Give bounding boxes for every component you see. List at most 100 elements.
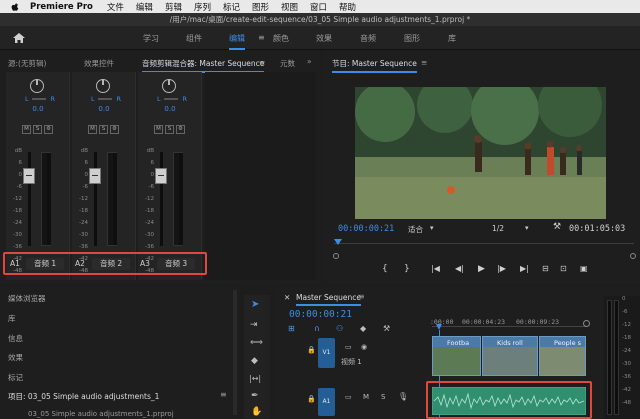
resolution-dropdown[interactable]: 1/2 xyxy=(492,224,504,233)
program-timecode[interactable]: 00:00:00:21 xyxy=(338,224,394,234)
solo-button[interactable]: S xyxy=(381,393,385,401)
track-target-a1[interactable]: A1 xyxy=(318,388,335,416)
project-file[interactable]: 03_05 Simple audio adjustments_1.prproj xyxy=(28,410,174,418)
panel-menu-icon[interactable]: ≡ xyxy=(358,292,365,301)
sync-lock-icon[interactable]: ▭ xyxy=(345,343,352,351)
program-playhead[interactable] xyxy=(334,239,342,245)
lock-icon[interactable]: 🔒 xyxy=(307,346,316,354)
timeline-timecode[interactable]: 00:00:00:21 xyxy=(289,309,352,320)
sync-lock-icon[interactable]: ▭ xyxy=(345,393,352,401)
mute-button[interactable]: M xyxy=(363,393,369,401)
video-clip-people[interactable]: People s xyxy=(539,336,586,376)
workspace-tab-effects[interactable]: 效果 xyxy=(316,33,332,44)
workspace-tab-editing[interactable]: 编辑 xyxy=(229,33,245,50)
add-marker-icon[interactable]: ◆ xyxy=(360,324,366,333)
scroll-end-handle[interactable] xyxy=(630,253,636,259)
export-frame-icon[interactable]: ▣ xyxy=(580,264,588,273)
menu-edit[interactable]: 编辑 xyxy=(136,1,153,13)
pan-knob[interactable] xyxy=(162,79,176,93)
linked-selection-icon[interactable]: ⚇ xyxy=(336,324,343,333)
lock-icon[interactable]: 🔒 xyxy=(307,395,316,403)
insert-icon[interactable]: ⊟ xyxy=(542,264,549,273)
mark-out-icon[interactable]: } xyxy=(404,264,410,274)
solo-button[interactable]: S xyxy=(165,125,174,134)
workspace-tab-learn[interactable]: 学习 xyxy=(143,33,159,44)
timeline-settings-icon[interactable]: ⚒ xyxy=(383,324,390,333)
menu-window[interactable]: 窗口 xyxy=(310,1,327,13)
play-icon[interactable]: ▶ xyxy=(478,264,485,274)
solo-button[interactable]: S xyxy=(99,125,108,134)
tab-metadata[interactable]: 元数 xyxy=(280,58,295,69)
mute-button[interactable]: M xyxy=(154,125,163,134)
libraries-tab[interactable]: 库 xyxy=(8,313,16,324)
hand-tool-icon[interactable]: ✋ xyxy=(251,407,262,417)
microphone-icon[interactable]: 🎙 xyxy=(398,392,408,401)
ripple-edit-icon[interactable]: ⟺ xyxy=(250,338,263,348)
video-clip-kids-roll[interactable]: Kids roll xyxy=(482,336,538,376)
pen-tool-icon[interactable]: ✒ xyxy=(251,391,259,401)
go-to-out-icon[interactable]: ▶| xyxy=(520,264,529,273)
track-target-v1[interactable]: V1 xyxy=(318,338,335,368)
razor-tool-icon[interactable]: ◆ xyxy=(251,356,258,366)
menu-sequence[interactable]: 序列 xyxy=(194,1,211,13)
menu-markers[interactable]: 标记 xyxy=(223,1,240,13)
effects-tab[interactable]: 效果 xyxy=(8,352,23,363)
tab-effect-controls[interactable]: 效果控件 xyxy=(84,58,114,69)
media-browser-tab[interactable]: 媒体浏览器 xyxy=(8,293,46,304)
pan-value[interactable]: 0.0 xyxy=(72,105,136,113)
workspace-tab-audio[interactable]: 音频 xyxy=(360,33,376,44)
selection-tool-icon[interactable]: ➤ xyxy=(251,299,259,310)
settings-icon[interactable]: ⚙ xyxy=(44,125,53,134)
home-icon[interactable] xyxy=(12,31,26,45)
tab-program[interactable]: 节目: Master Sequence xyxy=(332,58,417,73)
panel-menu-icon[interactable]: ≡ xyxy=(421,58,427,67)
step-forward-icon[interactable]: |▶ xyxy=(497,264,506,273)
volume-fader[interactable] xyxy=(23,168,35,184)
panel-menu-icon[interactable]: ≡ xyxy=(220,390,227,399)
panel-overflow-icon[interactable]: » xyxy=(307,57,312,66)
nest-icon[interactable]: ⊞ xyxy=(288,324,295,333)
menu-graphics[interactable]: 图形 xyxy=(252,1,269,13)
pan-knob[interactable] xyxy=(30,79,44,93)
workspace-tab-graphics[interactable]: 图形 xyxy=(404,33,420,44)
tab-master-sequence[interactable]: Master Sequence xyxy=(296,293,361,306)
slip-tool-icon[interactable]: |↔| xyxy=(249,374,261,383)
fit-chevron-down-icon[interactable]: ▾ xyxy=(430,224,434,232)
snap-icon[interactable]: ∩ xyxy=(314,324,320,333)
settings-icon[interactable]: ⚙ xyxy=(110,125,119,134)
overwrite-icon[interactable]: ⊡ xyxy=(560,264,567,273)
eye-icon[interactable]: ◉ xyxy=(361,343,367,351)
volume-fader[interactable] xyxy=(155,168,167,184)
menu-clip[interactable]: 剪辑 xyxy=(165,1,182,13)
panel-menu-icon[interactable]: ≡ xyxy=(259,58,265,67)
pan-value[interactable]: 0.0 xyxy=(6,105,70,113)
info-tab[interactable]: 信息 xyxy=(8,333,23,344)
volume-fader[interactable] xyxy=(89,168,101,184)
fit-dropdown[interactable]: 适合 xyxy=(408,224,423,235)
markers-tab[interactable]: 标记 xyxy=(8,372,23,383)
settings-icon[interactable]: ⚙ xyxy=(176,125,185,134)
wrench-icon[interactable]: ⚒ xyxy=(553,222,561,232)
go-to-in-icon[interactable]: |◀ xyxy=(431,264,440,273)
project-tab[interactable]: 项目: 03_05 Simple audio adjustments_1 xyxy=(8,391,159,402)
pan-knob[interactable] xyxy=(96,79,110,93)
workspace-menu-icon[interactable]: ≡ xyxy=(258,33,265,42)
workspace-tab-color[interactable]: 颜色 xyxy=(273,33,289,44)
step-back-icon[interactable]: ◀| xyxy=(455,264,464,273)
program-scrub-bar[interactable] xyxy=(334,243,634,244)
resolution-chevron-down-icon[interactable]: ▾ xyxy=(525,224,529,232)
mark-in-icon[interactable]: { xyxy=(382,264,388,274)
close-sequence-icon[interactable]: ✕ xyxy=(284,293,290,302)
pan-value[interactable]: 0.0 xyxy=(138,105,202,113)
menu-file[interactable]: 文件 xyxy=(107,1,124,13)
mute-button[interactable]: M xyxy=(22,125,31,134)
tab-source[interactable]: 源:(无剪辑) xyxy=(8,58,46,69)
timeline-ruler[interactable] xyxy=(432,326,587,332)
workspace-tab-libraries[interactable]: 库 xyxy=(448,33,456,44)
solo-button[interactable]: S xyxy=(33,125,42,134)
video-clip-football[interactable]: Footba xyxy=(432,336,481,376)
track-select-icon[interactable]: ⇥ xyxy=(250,320,258,330)
tab-audio-clip-mixer[interactable]: 音频剪辑混合器: Master Sequence xyxy=(142,58,265,73)
menu-help[interactable]: 帮助 xyxy=(339,1,356,13)
apple-icon[interactable] xyxy=(10,2,20,12)
